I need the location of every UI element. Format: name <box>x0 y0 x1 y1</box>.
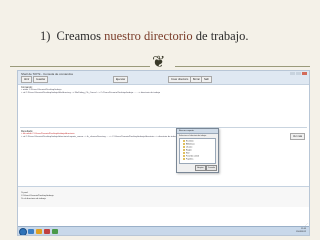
decorative-rule-right <box>175 66 310 67</box>
dialog-ok-button[interactable]: Aceptar <box>195 165 206 171</box>
toolbar-button-exit[interactable]: Salir <box>201 76 213 83</box>
result-line-1: > file mkdir C:/Users/Usuario/Desktop/tr… <box>21 133 75 135</box>
explorer-taskbar-icon[interactable] <box>28 228 34 234</box>
slide-title-word-1: Creamos <box>56 29 101 43</box>
close-button[interactable] <box>302 72 307 75</box>
slide-title-word-3: directorio <box>144 29 193 43</box>
console-line-1: % pwd <box>21 192 28 194</box>
slide-title: 1) Creamos nuestro directorio de trabajo… <box>40 29 249 44</box>
folder-taskbar-icon[interactable] <box>36 228 42 234</box>
toolbar-button-create-directory[interactable]: Crear directorio <box>168 76 192 83</box>
clock-date: 15/03/2012 <box>295 230 306 233</box>
browse-folder-dialog: Buscar carpeta Seleccione el directorio … <box>176 128 219 173</box>
command-line-1: > mkdir C:/Users/Usuario/Desktop/trabajo <box>21 89 62 91</box>
console-line-3: % cd directorio de trabajo <box>21 198 46 200</box>
minimize-button[interactable] <box>290 72 295 75</box>
toolbar-button-open[interactable]: Abrir <box>21 76 33 83</box>
app-toolbar: Shell de Tcl/Tk - Consola de comandos Ab… <box>18 71 309 85</box>
folder-tree[interactable]: Escritorio Bibliotecas Usuario Equipo Re… <box>179 138 216 164</box>
app-taskbar-icon[interactable] <box>52 228 58 234</box>
result-line-2: > cd C:/Users/Usuario/Desktop/trabajo/di… <box>21 136 178 138</box>
embedded-screenshot: Shell de Tcl/Tk - Consola de comandos Ab… <box>17 70 310 236</box>
slide-title-word-2: nuestro <box>104 29 141 43</box>
start-button-icon[interactable] <box>19 228 27 235</box>
system-clock[interactable]: 12:45 15/03/2012 <box>296 228 306 234</box>
maximize-button[interactable] <box>296 72 301 75</box>
folder-icon <box>183 149 185 151</box>
dialog-description: Seleccione el directorio de trabajo: <box>179 135 207 137</box>
folder-icon <box>183 146 185 148</box>
toolbar-button-run[interactable]: Ejecutar <box>113 76 129 83</box>
decorative-rule-left <box>10 66 150 67</box>
tree-item-recycle-bin[interactable]: Papelera <box>183 158 193 161</box>
view-more-button[interactable]: Ver más <box>290 133 306 140</box>
slide-title-word-4: de trabajo. <box>195 29 249 43</box>
console-line-2: C:/Users/Usuario/Desktop/trabajo <box>21 195 54 197</box>
taskbar: 12:45 15/03/2012 <box>18 226 309 235</box>
folder-icon <box>183 158 185 160</box>
fleuron-ornament-icon: ❦ <box>152 54 166 71</box>
folder-icon <box>183 143 185 145</box>
folder-icon <box>183 140 185 142</box>
console-panel[interactable]: % pwd C:/Users/Usuario/Desktop/trabajo %… <box>18 186 309 207</box>
toolbar-button-save[interactable]: Guardar <box>33 76 49 83</box>
dialog-title: Buscar carpeta <box>177 129 218 134</box>
command-line-2: > cd C:/Users/Usuario/Desktop/trabajo/fi… <box>21 92 161 94</box>
folder-icon <box>183 155 185 157</box>
media-taskbar-icon[interactable] <box>44 228 50 234</box>
panel-divider <box>20 127 307 128</box>
window-controls <box>290 72 307 75</box>
dialog-cancel-button[interactable]: Cancelar <box>206 165 217 171</box>
folder-icon <box>183 152 185 154</box>
slide-title-number: 1) <box>40 29 51 43</box>
